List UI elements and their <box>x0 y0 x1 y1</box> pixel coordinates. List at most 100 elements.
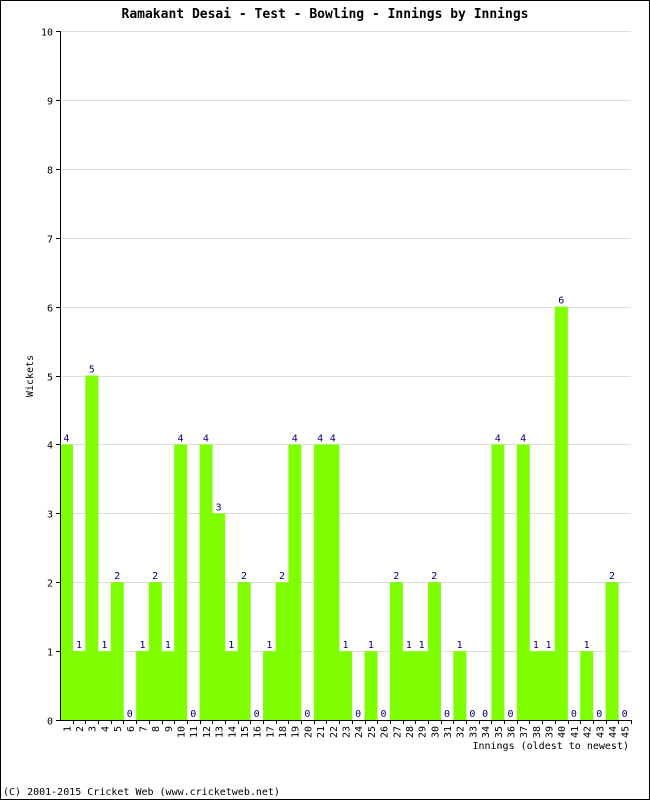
data-label: 4 <box>330 433 336 444</box>
x-tick-label: 22 <box>329 726 340 738</box>
x-tick-label: 10 <box>177 726 188 738</box>
bar-innings-21 <box>313 444 327 720</box>
x-tick-label: 26 <box>380 726 391 738</box>
x-tick-label: 28 <box>405 726 416 738</box>
bar-innings-7 <box>136 651 150 720</box>
x-tick-label: 15 <box>240 726 251 738</box>
axes <box>60 31 631 721</box>
gridlines <box>60 31 631 652</box>
x-tick-label: 42 <box>583 726 594 738</box>
x-axis-ticks: 1 2 3 4 5 6 7 8 9 10 11 12 13 14 15 16 17 18 19 20 21 22 23 24 2… <box>62 720 632 738</box>
x-tick-label: 6 <box>126 726 137 732</box>
x-tick-label: 14 <box>227 726 238 738</box>
data-label: 4 <box>203 433 209 444</box>
data-label: 0 <box>571 709 577 720</box>
bar-innings-8 <box>148 582 162 720</box>
bar-innings-1 <box>60 444 73 720</box>
chart-title: Ramakant Desai - Test - Bowling - Inning… <box>122 7 529 22</box>
data-label: 0 <box>622 709 628 720</box>
x-tick-label: 23 <box>342 726 353 738</box>
data-label: 4 <box>63 433 69 444</box>
bar-innings-5 <box>110 582 124 720</box>
data-label: 0 <box>482 709 488 720</box>
bar-innings-3 <box>85 375 99 720</box>
x-tick-label: 5 <box>113 726 124 732</box>
bar-innings-19 <box>288 444 302 720</box>
x-tick-label: 21 <box>316 726 327 738</box>
x-axis-label: Innings (oldest to newest) <box>472 741 629 752</box>
copyright-footer: (C) 2001-2015 Cricket Web (www.cricketwe… <box>3 787 280 798</box>
data-label: 0 <box>254 709 260 720</box>
x-tick-label: 24 <box>354 726 365 738</box>
bar-innings-12 <box>199 444 213 720</box>
bar-innings-29 <box>415 651 429 720</box>
x-tick-label: 9 <box>164 726 175 732</box>
x-tick-label: 41 <box>570 726 581 738</box>
data-label: 1 <box>457 640 463 651</box>
data-label: 4 <box>292 433 298 444</box>
bar-innings-27 <box>389 582 403 720</box>
x-tick-label: 31 <box>443 726 454 738</box>
y-axis-label: Wickets <box>25 355 36 397</box>
data-label: 4 <box>317 433 323 444</box>
bar-innings-30 <box>427 582 441 720</box>
bar-innings-32 <box>453 651 467 720</box>
data-label: 1 <box>368 640 374 651</box>
data-label: 2 <box>393 571 399 582</box>
data-label: 0 <box>507 709 513 720</box>
x-tick-label: 25 <box>367 726 378 738</box>
bar-innings-39 <box>542 651 556 720</box>
data-label: 1 <box>342 640 348 651</box>
bar-innings-15 <box>237 582 251 720</box>
x-tick-label: 45 <box>621 726 632 738</box>
x-tick-label: 11 <box>189 726 200 738</box>
x-tick-label: 19 <box>291 726 302 738</box>
x-tick-label: 27 <box>392 726 403 738</box>
bar-innings-44 <box>605 582 619 720</box>
bar-innings-13 <box>212 513 226 720</box>
y-tick-label: 9 <box>47 97 53 108</box>
bar-innings-9 <box>161 651 175 720</box>
data-label: 6 <box>558 296 564 307</box>
x-tick-label: 33 <box>468 726 479 738</box>
data-label: 1 <box>266 640 272 651</box>
x-tick-label: 38 <box>532 726 543 738</box>
x-tick-label: 7 <box>138 726 149 732</box>
data-label: 0 <box>469 709 475 720</box>
bar-innings-14 <box>224 651 238 720</box>
data-label: 0 <box>190 709 196 720</box>
y-tick-label: 4 <box>47 441 53 452</box>
data-label: 4 <box>520 433 526 444</box>
data-label: 2 <box>431 571 437 582</box>
data-label: 0 <box>304 709 310 720</box>
data-label: 0 <box>444 709 450 720</box>
x-tick-label: 20 <box>303 726 314 738</box>
data-label: 1 <box>228 640 234 651</box>
x-tick-label: 36 <box>506 726 517 738</box>
bar-innings-4 <box>98 651 112 720</box>
bar-innings-18 <box>275 582 289 720</box>
bar-innings-28 <box>402 651 416 720</box>
x-tick-label: 1 <box>62 726 73 732</box>
x-tick-label: 12 <box>202 726 213 738</box>
y-tick-label: 8 <box>47 166 53 177</box>
bar-innings-10 <box>174 444 188 720</box>
x-tick-label: 13 <box>215 726 226 738</box>
x-tick-label: 2 <box>75 726 86 732</box>
y-tick-label: 6 <box>47 304 53 315</box>
data-label: 4 <box>178 433 184 444</box>
x-tick-label: 37 <box>519 726 530 738</box>
x-tick-label: 39 <box>545 726 556 738</box>
y-tick-label: 3 <box>47 510 53 521</box>
bar-innings-37 <box>516 444 530 720</box>
data-label: 1 <box>406 640 412 651</box>
data-label: 1 <box>546 640 552 651</box>
y-axis-ticks: 0 1 2 3 4 5 6 7 8 9 10 <box>41 28 60 728</box>
x-tick-label: 29 <box>418 726 429 738</box>
y-tick-label: 10 <box>41 28 53 39</box>
y-tick-label: 7 <box>47 235 53 246</box>
x-tick-label: 16 <box>253 726 264 738</box>
data-label: 1 <box>419 640 425 651</box>
data-label: 2 <box>279 571 285 582</box>
bowling-chart: Ramakant Desai - Test - Bowling - Inning… <box>3 7 632 798</box>
